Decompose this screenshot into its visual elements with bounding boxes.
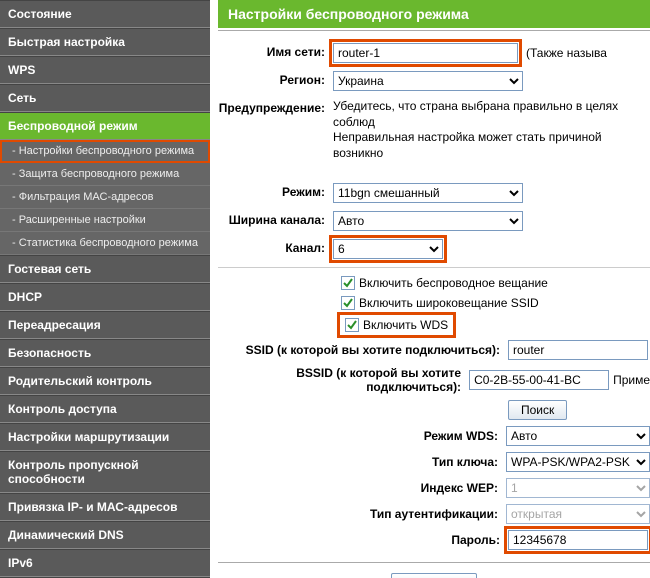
broadcast-checkbox[interactable] (341, 276, 355, 290)
width-label: Ширина канала: (218, 211, 333, 227)
main-panel: Настройки беспроводного режима Имя сети:… (210, 0, 650, 578)
search-button[interactable]: Поиск (508, 400, 567, 420)
sidebar-item-forwarding[interactable]: Переадресация (0, 311, 210, 339)
wep-index-select[interactable]: 1 (506, 478, 650, 498)
sidebar-item-status[interactable]: Состояние (0, 0, 210, 28)
sidebar-item-ipv6[interactable]: IPv6 (0, 549, 210, 577)
wds-ssid-input[interactable] (508, 340, 648, 360)
ssid-broadcast-checkbox[interactable] (341, 296, 355, 310)
sidebar-item-ddns[interactable]: Динамический DNS (0, 521, 210, 549)
broadcast-checkbox-label: Включить беспроводное вещание (359, 276, 548, 290)
region-select[interactable]: Украина (333, 71, 523, 91)
key-type-label: Тип ключа: (218, 455, 506, 469)
channel-label: Канал: (218, 239, 333, 255)
warning-text-1: Убедитесь, что страна выбрана правильно … (333, 99, 650, 130)
wds-bssid-input[interactable] (469, 370, 609, 390)
password-input[interactable] (508, 530, 648, 550)
wds-ssid-label: SSID (к которой вы хотите подключиться): (218, 343, 508, 357)
ssid-broadcast-checkbox-label: Включить широковещание SSID (359, 296, 539, 310)
channel-select[interactable]: 6 (333, 239, 443, 259)
sidebar-item-guest[interactable]: Гостевая сеть (0, 255, 210, 283)
width-select[interactable]: Авто (333, 211, 523, 231)
wds-checkbox-label: Включить WDS (363, 318, 448, 332)
wds-bssid-side: Приме (613, 373, 650, 387)
region-label: Регион: (218, 71, 333, 87)
sidebar-item-parental[interactable]: Родительский контроль (0, 367, 210, 395)
sidebar-item-access-control[interactable]: Контроль доступа (0, 395, 210, 423)
wds-bssid-label: BSSID (к которой вы хотите подключиться)… (218, 366, 469, 394)
warning-text-2: Неправильная настройка может стать причи… (333, 130, 650, 161)
sidebar-sub-advanced[interactable]: - Расширенные настройки (0, 209, 210, 232)
auth-type-select[interactable]: открытая (506, 504, 650, 524)
sidebar-item-ip-mac-binding[interactable]: Привязка IP- и МАС-адресов (0, 493, 210, 521)
mode-label: Режим: (218, 183, 333, 199)
ssid-side-text: (Также называ (526, 46, 607, 60)
sidebar-sub-wireless-security[interactable]: - Защита беспроводного режима (0, 163, 210, 186)
sidebar-item-bandwidth[interactable]: Контроль пропускной способности (0, 451, 210, 493)
save-button[interactable]: Сохранить (391, 573, 477, 578)
wds-mode-label: Режим WDS: (218, 429, 506, 443)
key-type-select[interactable]: WPA-PSK/WPA2-PSK (506, 452, 650, 472)
page-title: Настройки беспроводного режима (218, 0, 650, 28)
sidebar-item-quick-setup[interactable]: Быстрая настройка (0, 28, 210, 56)
ssid-label: Имя сети: (218, 43, 333, 59)
sidebar-sub-wireless-stats[interactable]: - Статистика беспроводного режима (0, 232, 210, 255)
sidebar-item-network[interactable]: Сеть (0, 84, 210, 112)
sidebar-item-routing[interactable]: Настройки маршрутизации (0, 423, 210, 451)
sidebar-item-wireless[interactable]: Беспроводной режим (0, 112, 210, 140)
sidebar-item-wps[interactable]: WPS (0, 56, 210, 84)
sidebar-item-dhcp[interactable]: DHCP (0, 283, 210, 311)
password-label: Пароль: (218, 533, 508, 547)
sidebar-item-security[interactable]: Безопасность (0, 339, 210, 367)
wds-mode-select[interactable]: Авто (506, 426, 650, 446)
ssid-input[interactable] (333, 43, 518, 63)
auth-type-label: Тип аутентификации: (218, 507, 506, 521)
sidebar-sub-mac-filter[interactable]: - Фильтрация МАС-адресов (0, 186, 210, 209)
sidebar: Состояние Быстрая настройка WPS Сеть Бес… (0, 0, 210, 578)
wep-index-label: Индекс WEP: (218, 481, 506, 495)
warning-label: Предупреждение: (218, 99, 333, 115)
mode-select[interactable]: 11bgn смешанный (333, 183, 523, 203)
wds-checkbox[interactable] (345, 318, 359, 332)
sidebar-sub-wireless-settings[interactable]: - Настройки беспроводного режима (0, 140, 210, 163)
